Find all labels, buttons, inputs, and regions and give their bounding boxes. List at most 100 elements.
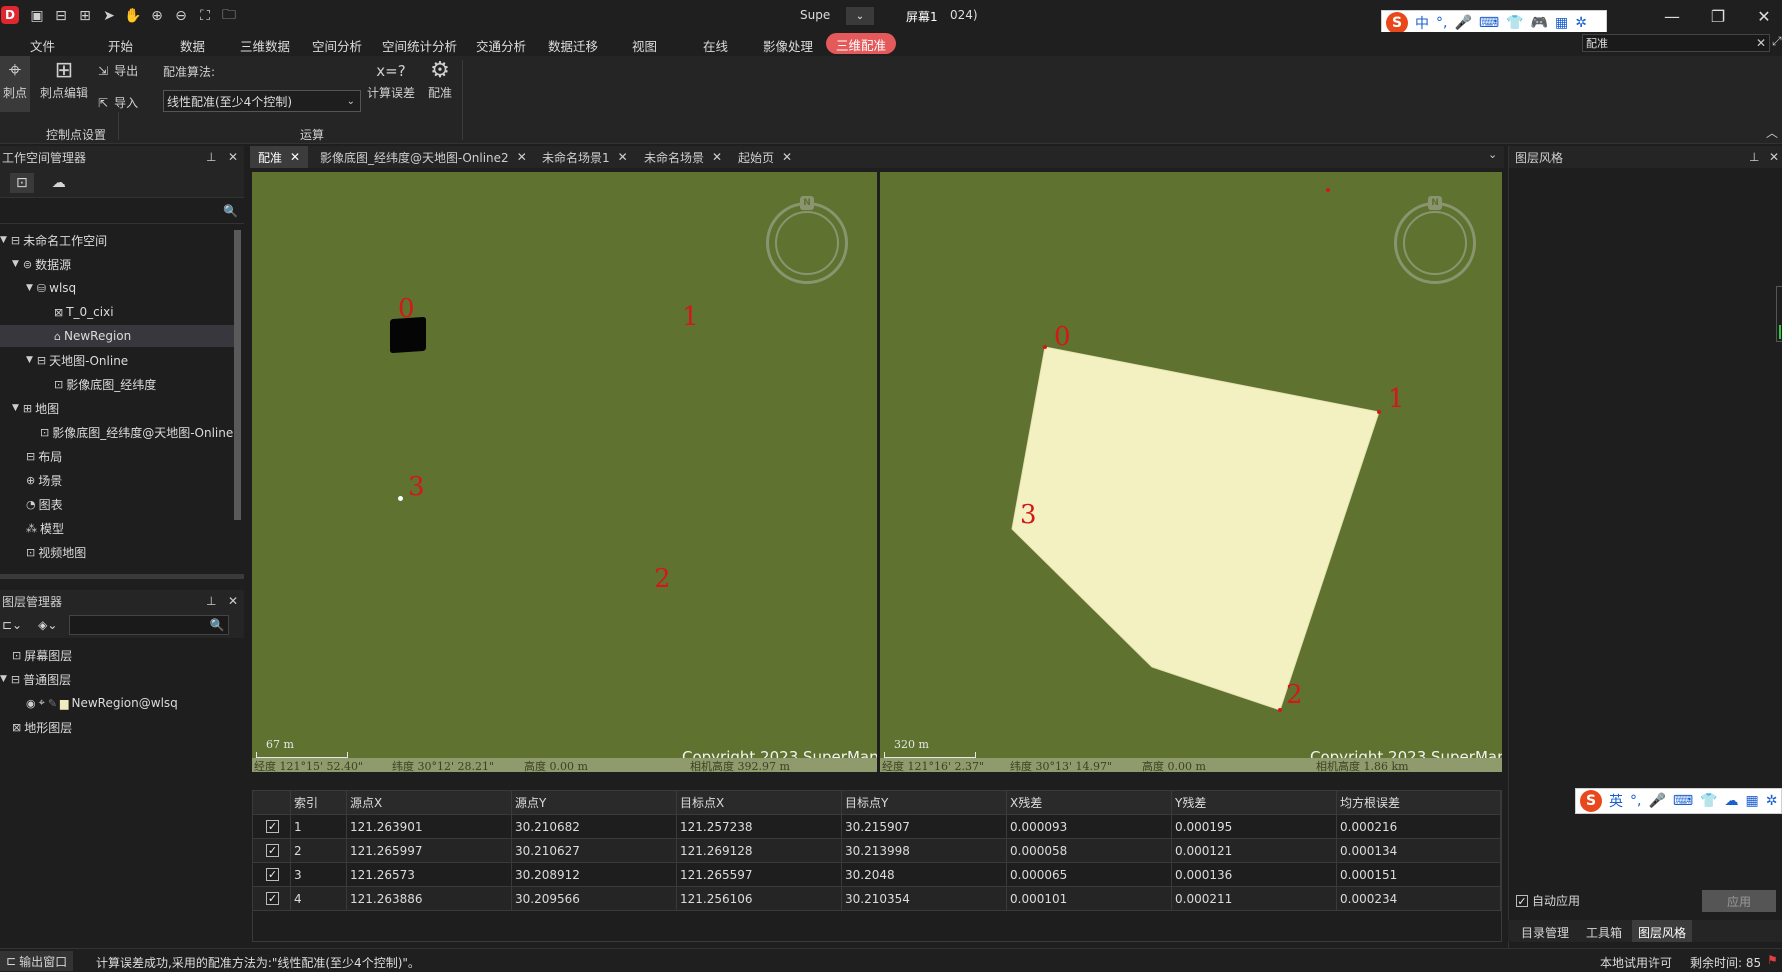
tab-layer-style[interactable]: 图层风格 <box>1632 920 1693 942</box>
horizontal-scrollbar[interactable] <box>0 574 244 579</box>
table-cell[interactable]: 30.210627 <box>512 839 677 863</box>
pick-point-button[interactable]: ⌖ 刺点 <box>2 58 28 101</box>
stray-point-marker[interactable] <box>1326 188 1330 192</box>
tree-maps[interactable]: ▼ ⊞ 地图 <box>12 397 59 419</box>
menu-data[interactable]: 数据 <box>180 36 205 55</box>
collapse-ribbon-icon[interactable]: ︿ <box>1766 124 1778 141</box>
menu-traffic[interactable]: 交通分析 <box>476 36 526 55</box>
keyboard-icon[interactable]: ⌨ <box>1673 793 1693 809</box>
close-tab-icon[interactable]: ✕ <box>290 150 300 164</box>
column-header[interactable]: 目标点X <box>677 791 842 815</box>
tree-tianditu[interactable]: ▼ ⊟ 天地图-Online <box>26 349 128 371</box>
row-checkbox[interactable]: ✓ <box>266 844 279 857</box>
table-cell[interactable]: 0.000195 <box>1172 815 1337 839</box>
caret-down-icon[interactable]: ▼ <box>12 259 19 269</box>
control-point-marker[interactable] <box>1278 708 1282 712</box>
menu-3d-data[interactable]: 三维数据 <box>240 36 290 55</box>
import-button[interactable]: ⇱ 导入 <box>98 94 138 111</box>
target-region-shape[interactable] <box>1011 346 1380 711</box>
calc-error-button[interactable]: x=? 计算误差 <box>366 58 416 101</box>
apps-icon[interactable]: ▦ <box>1555 15 1568 31</box>
table-cell[interactable]: 30.210354 <box>842 887 1007 911</box>
control-point-marker[interactable] <box>398 496 403 501</box>
source-map-view[interactable]: N 0 1 2 3 67 m Copyright 2023 SuperMap 经… <box>252 172 877 772</box>
workspace-search[interactable]: 🔍 <box>0 198 244 224</box>
caret-down-icon[interactable]: ▼ <box>0 674 7 684</box>
tree-video-maps[interactable]: ⊡ 视频地图 <box>26 541 86 563</box>
compass-icon[interactable]: N <box>1394 196 1476 284</box>
apply-button[interactable]: 应用 <box>1702 890 1776 912</box>
table-cell[interactable]: 30.209566 <box>512 887 677 911</box>
search-icon[interactable]: 🔍 <box>209 618 224 632</box>
visible-eye-icon[interactable]: ◉ <box>26 697 36 710</box>
control-point-marker[interactable] <box>1377 410 1381 414</box>
layer-icon[interactable]: ⊞ <box>76 7 94 25</box>
table-cell[interactable]: 121.256106 <box>677 887 842 911</box>
search-input[interactable]: 配准 <box>1583 35 1756 51</box>
table-cell[interactable]: 30.2048 <box>842 863 1007 887</box>
table-cell[interactable]: 0.000151 <box>1337 863 1501 887</box>
table-cell[interactable]: 30.210682 <box>512 815 677 839</box>
full-extent-icon[interactable]: ⛶ <box>196 7 214 25</box>
target-map-view[interactable]: N 0 1 2 3 320 m Copyright 2023 SuperMap … <box>880 172 1502 772</box>
ime-toolbar-bottom[interactable]: S 英 °, 🎤 ⌨ 👕 ☁ ▦ ✲ <box>1575 788 1782 814</box>
caret-down-icon[interactable]: ▼ <box>26 283 33 293</box>
edit-points-button[interactable]: ⊞ 刺点编辑 <box>38 58 90 101</box>
column-header[interactable]: 源点Y <box>512 791 677 815</box>
title-dropdown[interactable]: ⌄ <box>846 7 874 25</box>
table-cell[interactable]: 0.000058 <box>1007 839 1172 863</box>
auto-apply-option[interactable]: ✓ 自动应用 <box>1516 892 1580 909</box>
row-checkbox[interactable]: ✓ <box>266 892 279 905</box>
auto-apply-checkbox[interactable]: ✓ <box>1516 894 1528 907</box>
tab-toolbox[interactable]: 工具箱 <box>1586 924 1622 941</box>
output-window-button[interactable]: ⊏ 输出窗口 <box>0 951 74 971</box>
selectable-icon[interactable]: ⌖ <box>39 696 45 710</box>
save-icon[interactable]: ▣ <box>28 7 46 25</box>
menu-view[interactable]: 视图 <box>632 36 657 55</box>
expand-icon[interactable]: ⤢ <box>1772 34 1782 49</box>
punctuation-icon[interactable]: °, <box>1436 15 1447 31</box>
menu-start[interactable]: 开始 <box>108 36 133 55</box>
cloud-icon[interactable]: ☁ <box>52 175 66 191</box>
open-folder-icon[interactable]: 🗀 <box>220 7 238 25</box>
tree-basemap[interactable]: ⊡ 影像底图_经纬度 <box>54 373 156 395</box>
skin-icon[interactable]: 👕 <box>1506 15 1523 31</box>
table-cell[interactable]: 121.269128 <box>677 839 842 863</box>
workspace-tree-icon[interactable]: ⊡ <box>10 172 34 193</box>
menu-online[interactable]: 在线 <box>703 36 728 55</box>
export-button[interactable]: ⇲ 导出 <box>98 62 138 79</box>
column-header[interactable]: X残差 <box>1007 791 1172 815</box>
menu-migration[interactable]: 数据迁移 <box>548 36 598 55</box>
caret-down-icon[interactable]: ▼ <box>12 403 19 413</box>
menu-image-processing[interactable]: 影像处理 <box>763 36 813 55</box>
close-tab-icon[interactable]: ✕ <box>782 150 792 164</box>
table-cell[interactable]: 3 <box>291 863 347 887</box>
tab-scene1[interactable]: 未命名场景1 ✕ <box>534 146 636 168</box>
close-tab-icon[interactable]: ✕ <box>618 150 628 164</box>
column-header[interactable]: 源点X <box>347 791 512 815</box>
table-cell[interactable]: 121.257238 <box>677 815 842 839</box>
close-tab-icon[interactable]: ✕ <box>712 150 722 164</box>
tab-start-page[interactable]: 起始页 ✕ <box>730 146 800 168</box>
table-cell[interactable]: 4 <box>291 887 347 911</box>
close-panel-icon[interactable]: ✕ <box>1769 150 1779 164</box>
tab-registration[interactable]: 配准 ✕ <box>250 146 309 168</box>
editable-icon[interactable]: ✎ <box>48 697 57 710</box>
pan-icon[interactable]: ✋ <box>124 7 142 25</box>
menu-file[interactable]: 文件 <box>30 36 55 55</box>
table-cell[interactable]: 0.000101 <box>1007 887 1172 911</box>
table-cell[interactable]: 0.000093 <box>1007 815 1172 839</box>
table-cell[interactable]: 0.000065 <box>1007 863 1172 887</box>
tab-catalog[interactable]: 目录管理 <box>1521 924 1569 941</box>
tab-basemap[interactable]: 影像底图_经纬度@天地图-Online2 ✕ <box>312 146 535 168</box>
layer-screen[interactable]: ⊡ 屏幕图层 <box>12 644 72 666</box>
skin-icon[interactable]: 👕 <box>1700 793 1717 809</box>
microphone-icon[interactable]: 🎤 <box>1454 15 1471 31</box>
table-cell[interactable]: 0.000134 <box>1337 839 1501 863</box>
zoom-out-icon[interactable]: ⊖ <box>172 7 190 25</box>
table-cell[interactable]: 30.213998 <box>842 839 1007 863</box>
tree-charts[interactable]: ◔ 图表 <box>26 493 63 515</box>
layer-normal[interactable]: ▼ ⊟ 普通图层 <box>0 668 71 690</box>
zoom-in-icon[interactable]: ⊕ <box>148 7 166 25</box>
register-button[interactable]: ⚙ 配准 <box>424 58 456 101</box>
